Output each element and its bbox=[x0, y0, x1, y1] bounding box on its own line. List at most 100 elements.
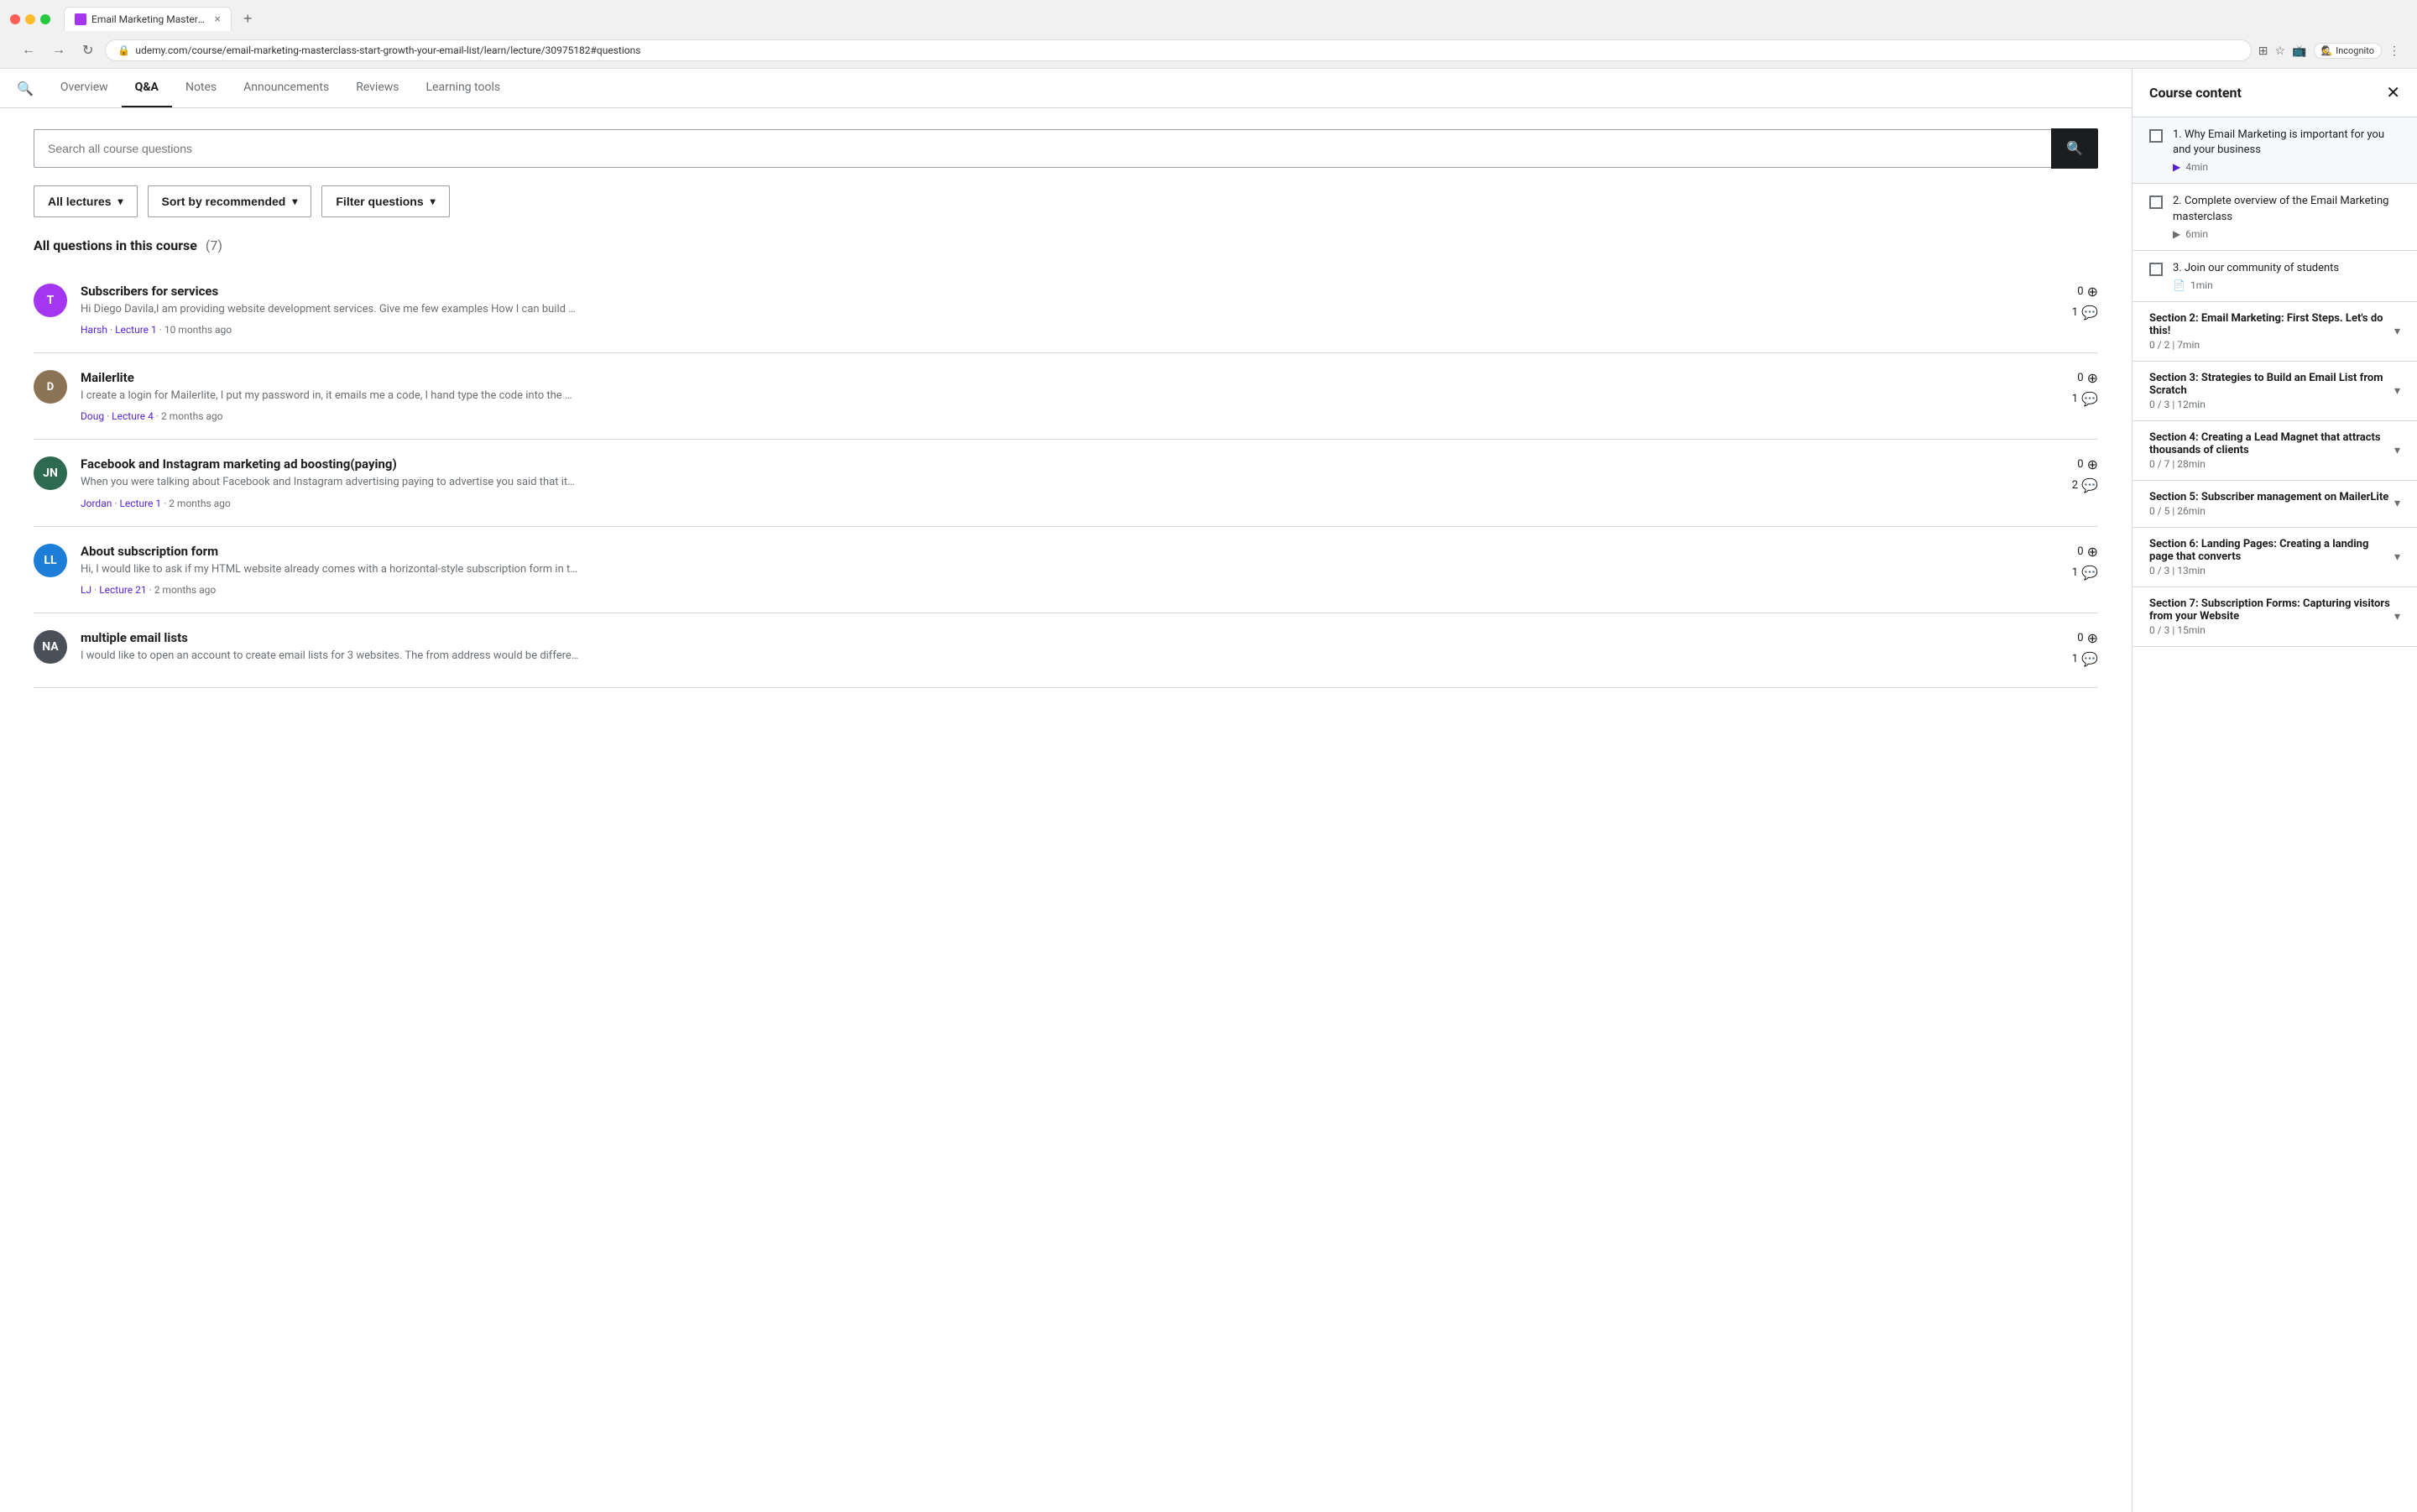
question-preview: When you were talking about Facebook and… bbox=[81, 475, 2034, 490]
question-list: T Subscribers for services Hi Diego Davi… bbox=[34, 267, 2098, 688]
lecture-link[interactable]: Lecture 21 bbox=[99, 584, 146, 596]
section-item-s2[interactable]: Section 2: Email Marketing: First Steps.… bbox=[2132, 302, 2417, 362]
section-title-text: All questions in this course bbox=[34, 237, 197, 253]
upvote-count: 0 bbox=[2077, 372, 2083, 384]
question-stats: 0 ⊕ 1 💬 bbox=[2048, 284, 2098, 321]
comment-count: 1 bbox=[2072, 306, 2078, 319]
upvote-count: 0 bbox=[2077, 632, 2083, 644]
reload-btn[interactable]: ↻ bbox=[77, 40, 98, 60]
search-input[interactable] bbox=[34, 129, 2051, 168]
new-tab-btn[interactable]: + bbox=[238, 10, 258, 28]
sort-filter[interactable]: Sort by recommended ▾ bbox=[148, 185, 312, 217]
lesson-meta: ▶ 6min bbox=[2173, 228, 2400, 240]
section-item-s6[interactable]: Section 6: Landing Pages: Creating a lan… bbox=[2132, 528, 2417, 587]
upvote-stat: 0 ⊕ bbox=[2077, 284, 2098, 300]
close-window-btn[interactable] bbox=[10, 14, 20, 24]
comment-count: 1 bbox=[2072, 653, 2078, 665]
lesson-checkbox[interactable] bbox=[2149, 129, 2163, 143]
upvote-count: 0 bbox=[2077, 285, 2083, 298]
address-bar[interactable]: 🔒 udemy.com/course/email-marketing-maste… bbox=[105, 39, 2251, 61]
tab-announcements[interactable]: Announcements bbox=[230, 69, 342, 107]
cast-btn[interactable]: 📺 bbox=[2292, 44, 2306, 58]
question-stats: 0 ⊕ 2 💬 bbox=[2048, 456, 2098, 493]
question-title[interactable]: Mailerlite bbox=[81, 370, 2034, 385]
all-lectures-label: All lectures bbox=[48, 195, 111, 208]
sidebar-header: Course content ✕ bbox=[2132, 69, 2417, 117]
upvote-icon[interactable]: ⊕ bbox=[2087, 370, 2098, 386]
comment-count: 2 bbox=[2072, 479, 2078, 492]
lecture-link[interactable]: Lecture 1 bbox=[115, 324, 157, 336]
lesson-duration: 1min bbox=[2190, 279, 2213, 291]
question-title[interactable]: About subscription form bbox=[81, 544, 2034, 559]
author-link[interactable]: Harsh bbox=[81, 324, 107, 336]
extensions-btn[interactable]: ⊞ bbox=[2258, 44, 2268, 58]
search-bar-row: 🔍 bbox=[34, 128, 2098, 169]
section-title-text: Section 3: Strategies to Build an Email … bbox=[2149, 372, 2394, 397]
question-body: Subscribers for services Hi Diego Davila… bbox=[81, 284, 2034, 336]
question-preview: Hi Diego Davila,I am providing website d… bbox=[81, 302, 2034, 317]
question-preview: I create a login for Mailerlite, I put m… bbox=[81, 388, 2034, 404]
tab-title: Email Marketing Masterclass: S bbox=[91, 13, 206, 25]
tab-qa[interactable]: Q&A bbox=[122, 69, 172, 107]
search-submit-btn[interactable]: 🔍 bbox=[2051, 128, 2098, 169]
filter-questions-btn[interactable]: Filter questions ▾ bbox=[321, 185, 449, 217]
all-lectures-filter[interactable]: All lectures ▾ bbox=[34, 185, 138, 217]
question-title[interactable]: Subscribers for services bbox=[81, 284, 2034, 299]
maximize-window-btn[interactable] bbox=[40, 14, 50, 24]
question-body: multiple email lists I would like to ope… bbox=[81, 630, 2034, 670]
bookmark-btn[interactable]: ☆ bbox=[2275, 44, 2286, 58]
upvote-stat: 0 ⊕ bbox=[2077, 544, 2098, 560]
back-btn[interactable]: ← bbox=[17, 41, 40, 60]
lesson-checkbox[interactable] bbox=[2149, 263, 2163, 276]
lesson-meta: ▶ 4min bbox=[2173, 161, 2400, 173]
question-body: Facebook and Instagram marketing ad boos… bbox=[81, 456, 2034, 508]
menu-btn[interactable]: ⋮ bbox=[2388, 44, 2400, 58]
section-left: Section 4: Creating a Lead Magnet that a… bbox=[2149, 431, 2394, 470]
question-preview: I would like to open an account to creat… bbox=[81, 649, 2034, 664]
main-layout: 🔍 Overview Q&A Notes Announcements Revie… bbox=[0, 69, 2417, 1512]
lesson-duration: 6min bbox=[2185, 228, 2208, 240]
lesson-meta: 📄 1min bbox=[2173, 279, 2400, 291]
upvote-icon[interactable]: ⊕ bbox=[2087, 456, 2098, 472]
address-bar-row: ← → ↻ 🔒 udemy.com/course/email-marketing… bbox=[10, 36, 2407, 68]
chevron-down-icon: ▾ bbox=[2394, 550, 2400, 564]
question-title[interactable]: multiple email lists bbox=[81, 630, 2034, 645]
course-item[interactable]: 1. Why Email Marketing is important for … bbox=[2132, 117, 2417, 184]
tab-learning-tools[interactable]: Learning tools bbox=[413, 69, 514, 107]
section-item-s4[interactable]: Section 4: Creating a Lead Magnet that a… bbox=[2132, 421, 2417, 481]
tab-reviews[interactable]: Reviews bbox=[342, 69, 412, 107]
tab-overview[interactable]: Overview bbox=[47, 69, 122, 107]
lesson-title: 1. Why Email Marketing is important for … bbox=[2173, 128, 2400, 158]
avatar: NA bbox=[34, 630, 67, 664]
question-title[interactable]: Facebook and Instagram marketing ad boos… bbox=[81, 456, 2034, 472]
section-item-s5[interactable]: Section 5: Subscriber management on Mail… bbox=[2132, 481, 2417, 528]
browser-tab[interactable]: Email Marketing Masterclass: S × bbox=[64, 7, 232, 31]
search-icon[interactable]: 🔍 bbox=[17, 81, 34, 96]
avatar: LL bbox=[34, 544, 67, 577]
minimize-window-btn[interactable] bbox=[25, 14, 35, 24]
tab-notes[interactable]: Notes bbox=[172, 69, 230, 107]
incognito-icon: 🕵️ bbox=[2321, 45, 2333, 56]
upvote-stat: 0 ⊕ bbox=[2077, 630, 2098, 646]
forward-btn[interactable]: → bbox=[47, 41, 70, 60]
tab-close-btn[interactable]: × bbox=[215, 13, 221, 26]
upvote-icon[interactable]: ⊕ bbox=[2087, 630, 2098, 646]
author-link[interactable]: Doug bbox=[81, 410, 104, 422]
upvote-icon[interactable]: ⊕ bbox=[2087, 284, 2098, 300]
upvote-stat: 0 ⊕ bbox=[2077, 370, 2098, 386]
lecture-link[interactable]: Lecture 1 bbox=[119, 498, 161, 509]
comment-icon: 💬 bbox=[2081, 305, 2098, 321]
lesson-checkbox[interactable] bbox=[2149, 196, 2163, 209]
sidebar-close-btn[interactable]: ✕ bbox=[2386, 82, 2400, 103]
author-link[interactable]: Jordan bbox=[81, 498, 112, 509]
course-item[interactable]: 3. Join our community of students 📄 1min bbox=[2132, 251, 2417, 302]
section-item-s7[interactable]: Section 7: Subscription Forms: Capturing… bbox=[2132, 587, 2417, 647]
question-item: D Mailerlite I create a login for Mailer… bbox=[34, 353, 2098, 440]
chevron-down-icon-2: ▾ bbox=[292, 196, 297, 207]
section-item-s3[interactable]: Section 3: Strategies to Build an Email … bbox=[2132, 362, 2417, 421]
course-item-body: 3. Join our community of students 📄 1min bbox=[2173, 261, 2400, 291]
course-item[interactable]: 2. Complete overview of the Email Market… bbox=[2132, 184, 2417, 250]
author-link[interactable]: LJ bbox=[81, 584, 91, 596]
lecture-link[interactable]: Lecture 4 bbox=[112, 410, 154, 422]
upvote-icon[interactable]: ⊕ bbox=[2087, 544, 2098, 560]
